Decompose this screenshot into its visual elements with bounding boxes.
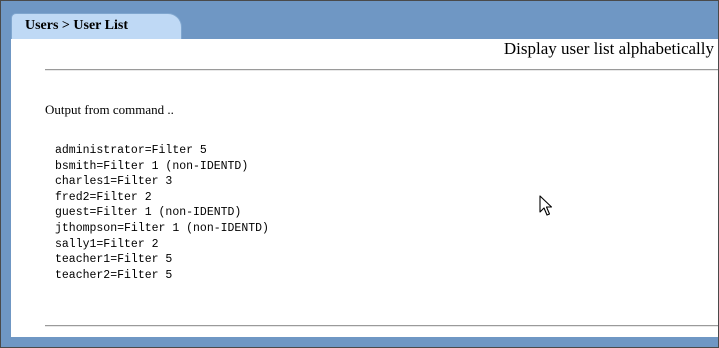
output-line: sally1=Filter 2 bbox=[55, 237, 159, 251]
output-line: charles1=Filter 3 bbox=[55, 175, 173, 189]
content-panel: Display user list alphabetically Output … bbox=[11, 39, 718, 337]
output-line: jthompson=Filter 1 (non-IDENTD) bbox=[55, 221, 269, 235]
bottom-divider bbox=[45, 325, 718, 327]
mouse-pointer-icon bbox=[539, 195, 553, 216]
top-divider bbox=[45, 69, 718, 71]
output-line: fred2=Filter 2 bbox=[55, 190, 152, 204]
output-line: administrator=Filter 5 bbox=[55, 144, 207, 157]
page-title: Display user list alphabetically bbox=[503, 39, 714, 58]
output-line: guest=Filter 1 (non-IDENTD) bbox=[55, 206, 242, 220]
breadcrumb: Users > User List bbox=[25, 18, 128, 33]
command-output-list: administrator=Filter 5 bsmith=Filter 1 (… bbox=[55, 143, 269, 283]
window-frame: Users > User List Display user list alph… bbox=[0, 0, 719, 348]
output-line: teacher2=Filter 5 bbox=[55, 268, 173, 282]
output-label: Output from command .. bbox=[45, 102, 174, 117]
output-line: teacher1=Filter 5 bbox=[55, 253, 173, 267]
output-line: bsmith=Filter 1 (non-IDENTD) bbox=[55, 159, 249, 173]
breadcrumb-tab[interactable]: Users > User List bbox=[11, 13, 182, 39]
